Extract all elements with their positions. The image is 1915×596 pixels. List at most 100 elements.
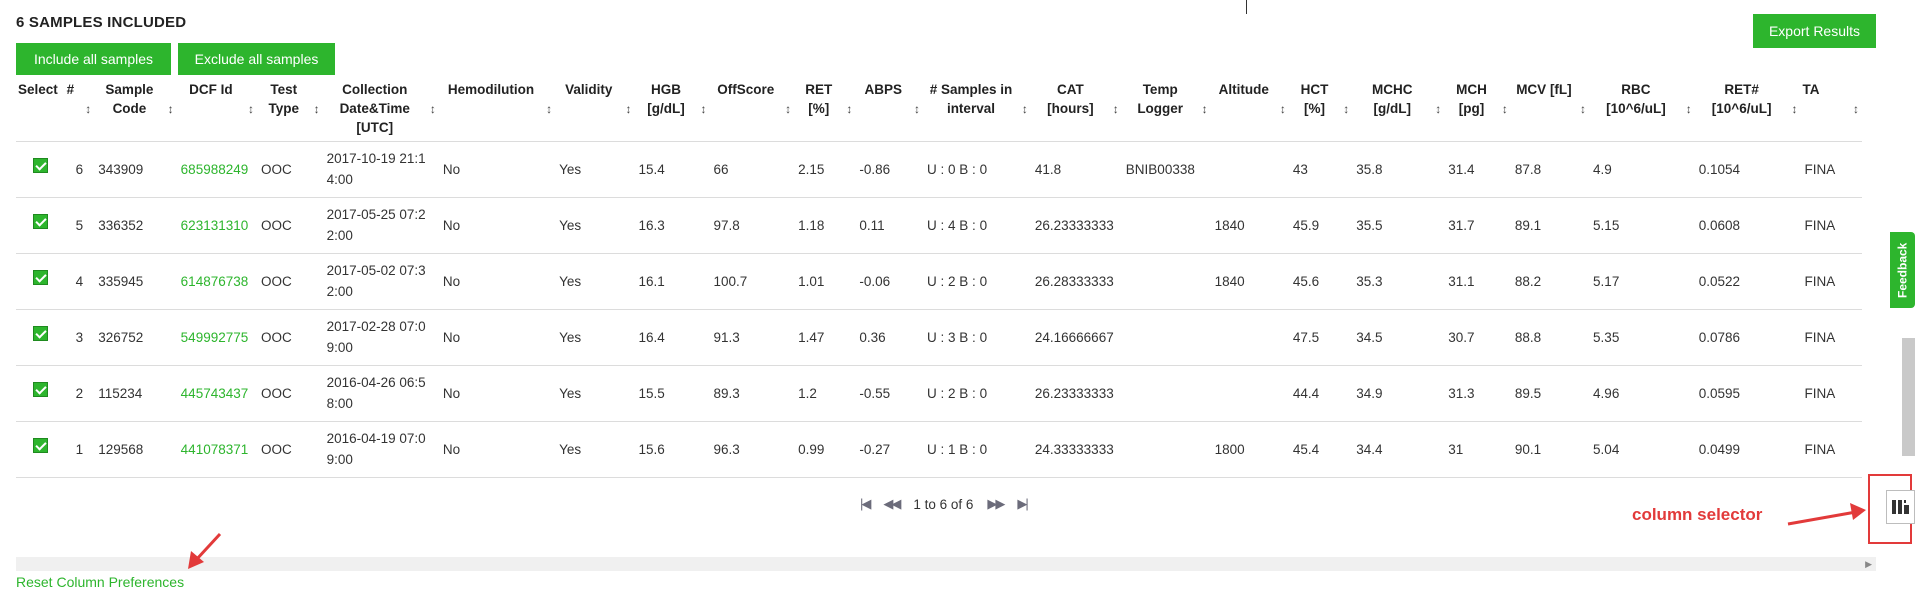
sort-arrows-icon[interactable]: ↕ [546, 100, 552, 119]
row-select-checkbox[interactable] [32, 382, 48, 398]
cell-mch: 31.7 [1444, 197, 1511, 254]
column-header-label: Collection Date&Time [UTC] [339, 82, 410, 135]
sort-arrows-icon[interactable]: ↕ [85, 100, 91, 119]
sort-arrows-icon[interactable]: ↕ [1435, 100, 1441, 119]
cell-num: 3 [64, 309, 95, 366]
column-header-sample-code[interactable]: Sample Code ↕ [94, 78, 177, 142]
export-results-button[interactable]: Export Results [1753, 14, 1876, 48]
exclude-all-button[interactable]: Exclude all samples [178, 43, 335, 75]
column-header-test-type[interactable]: Test Type ↕ [257, 78, 323, 142]
header-row: Select # ↕ Sample Code ↕ DCF Id ↕ Test Type ↕ Col… [16, 78, 1862, 142]
cell-dcf-id[interactable]: 549992775 [176, 309, 258, 366]
cell-mcv: 88.8 [1510, 309, 1590, 366]
sort-arrows-icon[interactable]: ↕ [1580, 100, 1586, 119]
column-header-abps[interactable]: ABPS ↕ [855, 78, 924, 142]
vertical-scrollbar[interactable] [1902, 338, 1915, 456]
sort-arrows-icon[interactable]: ↕ [314, 100, 320, 119]
cell-hemodilution: No [438, 309, 556, 366]
column-header-label: RBC [10^6/uL] [1606, 82, 1666, 116]
sort-arrows-icon[interactable]: ↕ [1280, 100, 1286, 119]
columns-icon [1891, 500, 1909, 514]
sort-arrows-icon[interactable]: ↕ [248, 100, 254, 119]
sort-arrows-icon[interactable]: ↕ [1343, 100, 1349, 119]
cell-dcf-id[interactable]: 623131310 [176, 197, 258, 254]
cell-select [16, 421, 65, 478]
sort-arrows-icon[interactable]: ↕ [785, 100, 791, 119]
column-header-validity[interactable]: Validity ↕ [555, 78, 635, 142]
sort-arrows-icon[interactable]: ↕ [1853, 100, 1859, 119]
prev-page-icon[interactable]: ◀◀ [883, 496, 901, 512]
sort-arrows-icon[interactable]: ↕ [701, 100, 707, 119]
row-select-checkbox[interactable] [32, 158, 48, 174]
cell-dcf-id[interactable]: 441078371 [176, 421, 258, 478]
samples-grid: Select # ↕ Sample Code ↕ DCF Id ↕ Test Type ↕ Col… [16, 78, 1862, 478]
scroll-right-icon[interactable]: ▶ [1865, 557, 1872, 571]
cell-test-type: OOC [257, 365, 323, 422]
cell-mcv: 89.1 [1510, 197, 1590, 254]
sort-arrows-icon[interactable]: ↕ [1022, 100, 1028, 119]
cell-select [16, 365, 65, 422]
cell-dcf-id[interactable]: 614876738 [176, 253, 258, 310]
cell-retabs: 0.0595 [1694, 365, 1801, 422]
cell-rbc: 5.17 [1589, 253, 1695, 310]
column-header-rbc[interactable]: RBC [10^6/uL] ↕ [1589, 78, 1695, 142]
column-header-collection[interactable]: Collection Date&Time [UTC] ↕ [322, 78, 439, 142]
column-header-ret[interactable]: RET [%] ↕ [794, 78, 856, 142]
column-header-temp-logger[interactable]: Temp Logger ↕ [1121, 78, 1211, 142]
cell-hgb: 15.6 [634, 421, 710, 478]
horizontal-scrollbar[interactable]: ▶ [16, 557, 1876, 571]
column-header-cat[interactable]: CAT [hours] ↕ [1030, 78, 1122, 142]
sort-arrows-icon[interactable]: ↕ [168, 100, 174, 119]
cell-retabs: 0.0786 [1694, 309, 1801, 366]
cell-mchc: 35.5 [1352, 197, 1445, 254]
first-page-icon[interactable]: |◀ [860, 496, 871, 512]
cell-cat: 41.8 [1030, 141, 1122, 198]
cell-hct: 45.6 [1288, 253, 1353, 310]
cell-sample-code: 343909 [94, 141, 177, 198]
sort-arrows-icon[interactable]: ↕ [846, 100, 852, 119]
cell-mchc: 34.4 [1352, 421, 1445, 478]
include-all-button[interactable]: Include all samples [16, 43, 171, 75]
sort-arrows-icon[interactable]: ↕ [914, 100, 920, 119]
next-page-icon[interactable]: ▶▶ [987, 496, 1005, 512]
reset-column-preferences-link[interactable]: Reset Column Preferences [16, 574, 184, 590]
row-select-checkbox[interactable] [32, 270, 48, 286]
feedback-tab[interactable]: Feedback [1890, 232, 1915, 308]
sort-arrows-icon[interactable]: ↕ [1113, 100, 1119, 119]
column-header-samples-interval[interactable]: # Samples in interval ↕ [923, 78, 1031, 142]
column-header-label: CAT [hours] [1047, 82, 1094, 116]
cell-altitude [1210, 309, 1289, 366]
column-header-label: OffScore [717, 82, 775, 97]
column-header-offscore[interactable]: OffScore ↕ [709, 78, 795, 142]
column-selector-button[interactable] [1886, 490, 1915, 524]
cell-altitude: 1840 [1210, 253, 1289, 310]
cell-ret: 1.18 [794, 197, 856, 254]
cell-collection: 2016-04-19 07:09:00 [322, 421, 439, 478]
sort-arrows-icon[interactable]: ↕ [1791, 100, 1797, 119]
cell-dcf-id[interactable]: 685988249 [176, 141, 258, 198]
column-header-hct[interactable]: HCT [%] ↕ [1288, 78, 1353, 142]
column-header-altitude[interactable]: Altitude ↕ [1210, 78, 1289, 142]
sort-arrows-icon[interactable]: ↕ [430, 100, 436, 119]
column-header-mch[interactable]: MCH [pg] ↕ [1444, 78, 1511, 142]
column-header-retabs[interactable]: RET# [10^6/uL] ↕ [1694, 78, 1801, 142]
cell-select [16, 309, 65, 366]
row-select-checkbox[interactable] [32, 438, 48, 454]
column-header-mchc[interactable]: MCHC [g/dL] ↕ [1352, 78, 1445, 142]
cell-rbc: 5.35 [1589, 309, 1695, 366]
cell-dcf-id[interactable]: 445743437 [176, 365, 258, 422]
column-header-num[interactable]: # ↕ [64, 78, 95, 142]
sort-arrows-icon[interactable]: ↕ [625, 100, 631, 119]
sort-arrows-icon[interactable]: ↕ [1686, 100, 1692, 119]
sort-arrows-icon[interactable]: ↕ [1502, 100, 1508, 119]
row-select-checkbox[interactable] [32, 326, 48, 342]
row-select-checkbox[interactable] [32, 214, 48, 230]
sort-arrows-icon[interactable]: ↕ [1202, 100, 1208, 119]
column-header-hgb[interactable]: HGB [g/dL] ↕ [634, 78, 710, 142]
column-header-hemodilution[interactable]: Hemodilution ↕ [438, 78, 556, 142]
column-header-ta[interactable]: TA ↕ [1800, 78, 1862, 142]
cell-ta: FINA [1800, 365, 1862, 422]
column-header-dcf-id[interactable]: DCF Id ↕ [176, 78, 258, 142]
last-page-icon[interactable]: ▶| [1017, 496, 1028, 512]
column-header-mcv[interactable]: MCV [fL] ↕ [1510, 78, 1590, 142]
